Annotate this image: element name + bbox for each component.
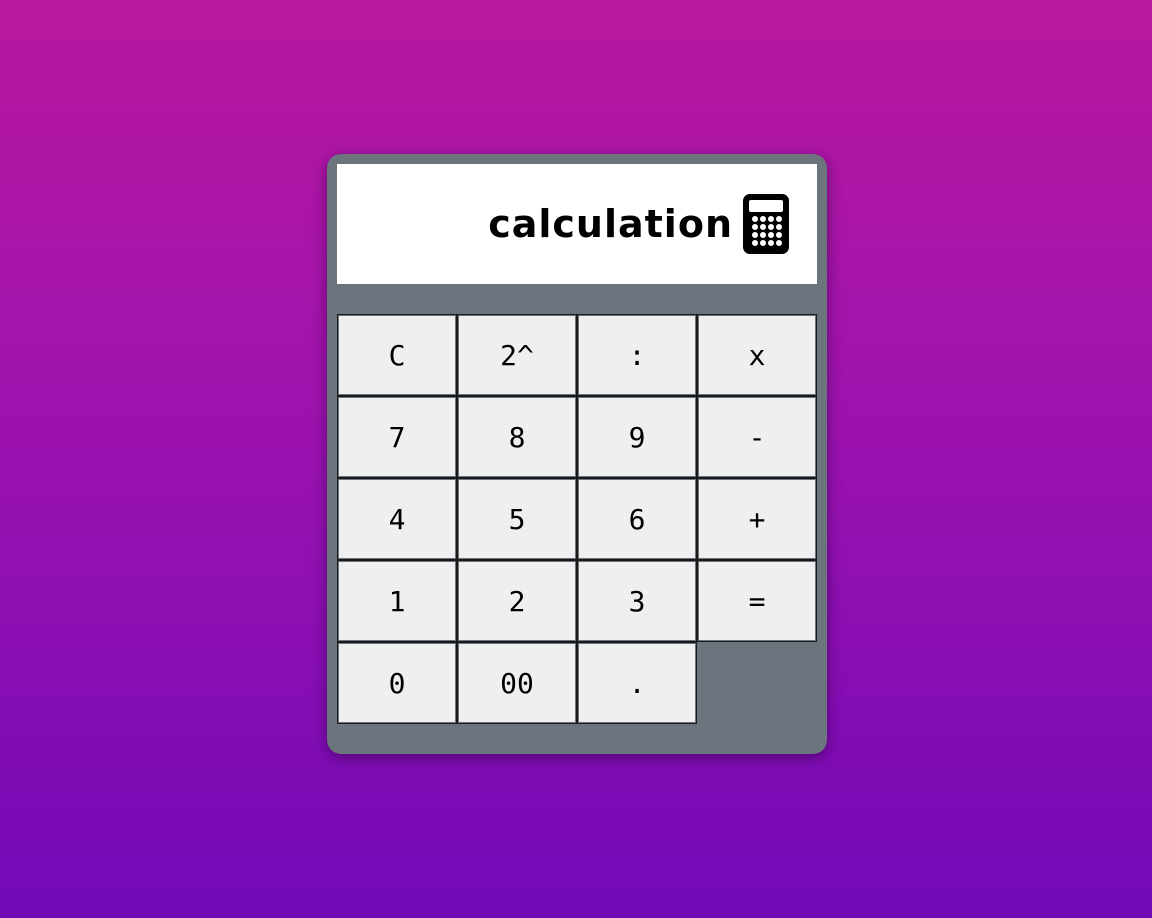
clear-button[interactable]: C bbox=[337, 314, 457, 396]
square-button[interactable]: 2^ bbox=[457, 314, 577, 396]
add-button[interactable]: + bbox=[697, 478, 817, 560]
decimal-button[interactable]: . bbox=[577, 642, 697, 724]
display-text: calculation bbox=[488, 202, 733, 246]
digit-9-button[interactable]: 9 bbox=[577, 396, 697, 478]
calculator-icon bbox=[743, 194, 789, 254]
digit-5-button[interactable]: 5 bbox=[457, 478, 577, 560]
calculator: calculation C 2^ : x 7 8 9 - 4 5 6 + 1 2… bbox=[327, 154, 827, 754]
calculator-display: calculation bbox=[337, 164, 817, 284]
digit-0-button[interactable]: 0 bbox=[337, 642, 457, 724]
digit-2-button[interactable]: 2 bbox=[457, 560, 577, 642]
divide-button[interactable]: : bbox=[577, 314, 697, 396]
digit-8-button[interactable]: 8 bbox=[457, 396, 577, 478]
digit-1-button[interactable]: 1 bbox=[337, 560, 457, 642]
multiply-button[interactable]: x bbox=[697, 314, 817, 396]
double-zero-button[interactable]: 00 bbox=[457, 642, 577, 724]
digit-6-button[interactable]: 6 bbox=[577, 478, 697, 560]
equals-button[interactable]: = bbox=[697, 560, 817, 642]
digit-4-button[interactable]: 4 bbox=[337, 478, 457, 560]
subtract-button[interactable]: - bbox=[697, 396, 817, 478]
digit-7-button[interactable]: 7 bbox=[337, 396, 457, 478]
digit-3-button[interactable]: 3 bbox=[577, 560, 697, 642]
keypad: C 2^ : x 7 8 9 - 4 5 6 + 1 2 3 = 0 00 . bbox=[337, 314, 817, 724]
